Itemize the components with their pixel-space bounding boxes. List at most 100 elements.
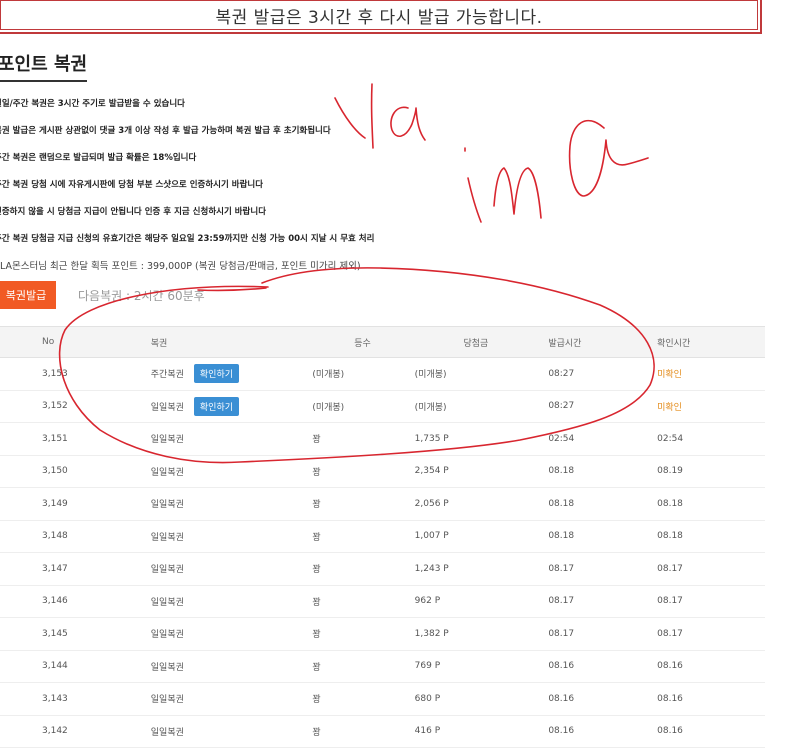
confirm-button[interactable]: 확인하기 <box>193 364 240 384</box>
row-rank: 꽝 <box>312 662 321 673</box>
row-type: 일일복권 <box>150 402 184 413</box>
row-issued-time: 08.18 <box>548 466 575 477</box>
row-amount: 1,007 P <box>414 531 449 542</box>
row-issued-time: 08.18 <box>548 498 575 509</box>
notice-item: 주간 복권 당첨 시에 자유게시판에 당첨 부분 스샷으로 인증하시기 바랍니다 <box>0 180 264 190</box>
row-rank: 꽝 <box>312 727 321 738</box>
col-header-no: No <box>0 326 150 358</box>
table-row: 3,143 일일복권 꽝 680 P 08.16 08.16 <box>0 682 765 716</box>
table-row: 3,152 일일복권 확인하기 (미개봉) (미개봉) 08:27 미확인 <box>0 390 765 423</box>
notice-item: 복권 발급은 게시판 상관없이 댓글 3개 이상 작성 후 발급 가능하며 복권… <box>0 126 331 136</box>
notice-item: 주간 복권 당첨금 지급 신청의 유효기간은 해당주 일요일 23:59까지만 … <box>0 234 375 244</box>
confirm-button[interactable]: 확인하기 <box>193 396 240 416</box>
table-row: 3,146 일일복권 꽝 962 P 08.17 08.17 <box>0 585 765 618</box>
banner-text: 복권 발급은 3시간 후 다시 발급 가능합니다. <box>215 7 543 28</box>
hand-drawn-line <box>197 287 267 292</box>
row-rank: 꽝 <box>312 532 321 543</box>
notice-item: 인증하지 않을 시 당첨금 지급이 안됩니다 인증 후 지금 신청하시기 바랍니… <box>0 207 267 217</box>
issue-lottery-button[interactable]: 복권발급 <box>0 281 56 309</box>
row-rank: 꽝 <box>312 695 321 706</box>
row-rank: 꽝 <box>312 597 321 608</box>
row-issued-time: 08.18 <box>548 531 575 542</box>
handwritten-i <box>464 147 482 223</box>
row-issued-time: 08.17 <box>548 563 575 574</box>
row-issued-time: 02:54 <box>548 433 575 444</box>
table-row: 3,151 일일복권 꽝 1,735 P 02:54 02:54 <box>0 422 765 456</box>
row-checked-time: 08.16 <box>657 726 683 737</box>
row-checked-time: 02:54 <box>657 433 684 444</box>
table-row: 3,147 일일복권 꽝 1,243 P 08.17 08.17 <box>0 552 765 586</box>
table-row: 3,148 일일복권 꽝 1,007 P 08.18 08.18 <box>0 520 765 553</box>
row-type: 일일복권 <box>150 467 184 478</box>
table-row: 3,150 일일복권 꽝 2,354 P 08.18 08.19 <box>0 455 765 488</box>
col-header-type: 복권 <box>149 326 312 358</box>
row-issued-time: 08.16 <box>548 693 575 704</box>
row-rank: 꽝 <box>312 500 321 511</box>
row-no: 3,147 <box>42 563 68 574</box>
table-row: 3,142 일일복권 꽝 416 P 08.16 08.16 <box>0 715 765 748</box>
row-checked-time: 08.16 <box>657 661 683 672</box>
col-header-amount: 당첨금 <box>413 326 519 358</box>
handwritten-a-large <box>568 119 649 197</box>
notice-list: 일일/주간 복권은 3시간 주기로 발급받을 수 있습니다 복권 발급은 게시판… <box>0 98 374 260</box>
row-type: 주간복권 <box>150 370 184 381</box>
next-lottery-countdown: 다음복권 : 2시간 60분후 <box>78 289 205 303</box>
row-no: 3,149 <box>42 498 68 509</box>
row-no: 3,143 <box>42 693 68 704</box>
notice-banner: 복권 발급은 3시간 후 다시 발급 가능합니다. <box>0 0 762 34</box>
row-checked-time: 08.17 <box>657 596 683 607</box>
notice-item: 주간 복권은 랜덤으로 발급되며 발급 확률은 18%입니다 <box>0 153 197 163</box>
handwriting-text: ima <box>460 59 462 61</box>
handwritten-a <box>390 106 426 141</box>
row-no: 3,150 <box>42 466 68 477</box>
row-issued-time: 08.16 <box>548 726 575 737</box>
row-no: 3,148 <box>42 531 68 542</box>
col-header-checked: 확인시간 <box>656 326 765 358</box>
row-no: 3,144 <box>42 661 68 672</box>
table-header-row: No 복권 등수 당첨금 발급시간 확인시간 <box>0 326 765 358</box>
row-type: 일일복권 <box>150 435 184 446</box>
row-amount: 1,735 P <box>414 433 449 444</box>
row-amount: 962 P <box>414 596 441 607</box>
row-rank: (미개봉) <box>312 370 345 381</box>
table-row: 3,149 일일복권 꽝 2,056 P 08.18 08.18 <box>0 487 765 521</box>
handwriting-text: Ya <box>330 59 331 61</box>
row-issued-time: 08.16 <box>548 661 575 672</box>
row-type: 일일복권 <box>150 727 184 738</box>
row-checked-time: 08.16 <box>657 693 683 704</box>
row-no: 3,145 <box>42 628 68 639</box>
table-row: 3,153 주간복권 확인하기 (미개봉) (미개봉) 08:27 미확인 <box>0 357 765 391</box>
row-checked-time: 미확인 <box>657 370 682 381</box>
row-type: 일일복권 <box>150 662 184 673</box>
row-rank: (미개봉) <box>312 402 345 413</box>
row-issued-time: 08:27 <box>548 401 575 412</box>
row-rank: 꽝 <box>312 630 321 641</box>
row-amount: 680 P <box>414 693 441 704</box>
row-amount: 2,056 P <box>414 498 449 509</box>
row-no: 3,146 <box>42 596 68 607</box>
row-checked-time: 08.19 <box>657 466 683 477</box>
row-type: 일일복권 <box>150 630 184 641</box>
row-checked-time: 08.18 <box>657 531 683 542</box>
table-row: 3,145 일일복권 꽝 1,382 P 08.17 08.17 <box>0 617 765 651</box>
row-no: 3,152 <box>42 401 68 412</box>
row-issued-time: 08:27 <box>548 368 575 379</box>
row-no: 3,153 <box>42 368 68 379</box>
row-amount: (미개봉) <box>414 370 447 381</box>
row-checked-time: 08.17 <box>657 628 683 639</box>
row-amount: 1,382 P <box>414 628 449 639</box>
row-type: 일일복권 <box>150 500 184 511</box>
row-amount: 769 P <box>414 661 441 672</box>
handwritten-m <box>493 167 542 219</box>
row-rank: 꽝 <box>312 467 321 478</box>
row-type: 일일복권 <box>150 597 184 608</box>
row-checked-time: 08.18 <box>657 498 683 509</box>
row-amount: 416 P <box>414 726 441 737</box>
col-header-issued: 발급시간 <box>518 326 657 358</box>
col-header-rank: 등수 <box>311 326 414 358</box>
row-no: 3,142 <box>42 726 68 737</box>
table-row: 3,144 일일복권 꽝 769 P 08.16 08.16 <box>0 650 765 683</box>
row-no: 3,151 <box>42 433 68 444</box>
row-rank: 꽝 <box>312 565 321 576</box>
row-amount: 1,243 P <box>414 563 449 574</box>
